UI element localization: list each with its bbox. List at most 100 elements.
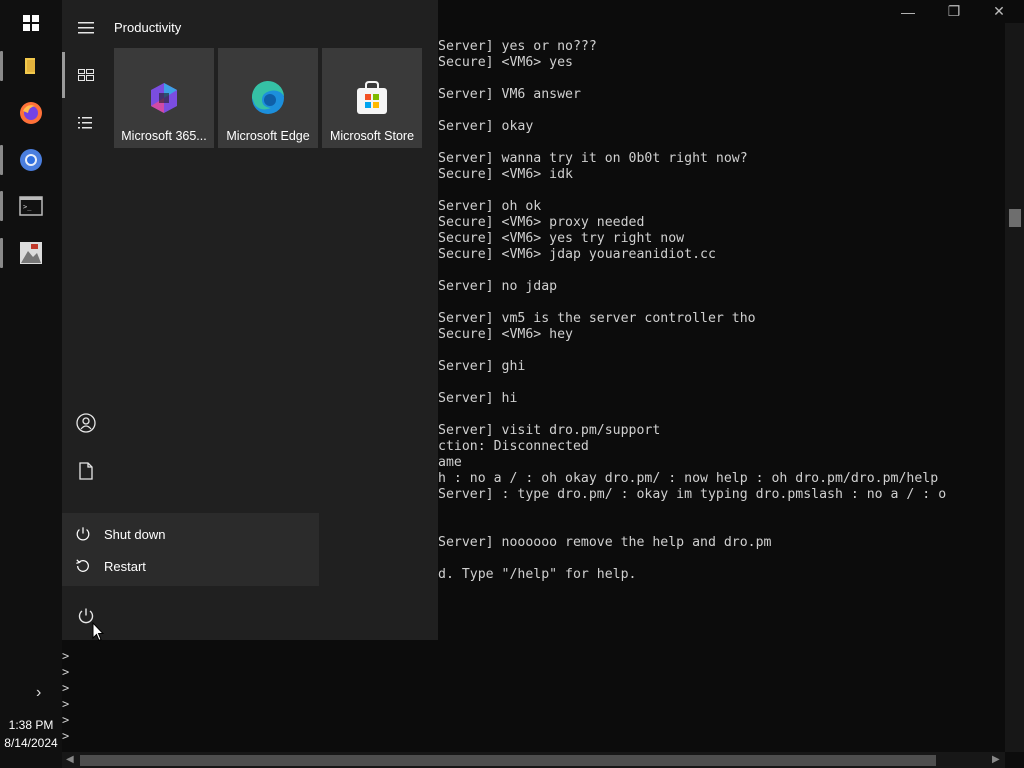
windows-logo-icon <box>23 15 39 31</box>
shut-down-label: Shut down <box>104 526 166 542</box>
hamburger-icon <box>78 22 94 34</box>
console-line: Secure] <VM6> jdap youareanidiot.cc <box>438 247 716 262</box>
terminal-icon: >_ <box>19 196 43 216</box>
console-line: Secure] <VM6> proxy needed <box>438 215 645 230</box>
scroll-left-arrow-icon[interactable]: ◀ <box>66 754 74 765</box>
active-indicator <box>0 145 3 175</box>
firefox-icon <box>20 102 42 124</box>
vertical-scrollbar[interactable] <box>1005 23 1024 752</box>
maximize-icon: ❐ <box>947 3 961 19</box>
shut-down-option[interactable]: Shut down <box>62 518 319 550</box>
chevron-right-icon[interactable]: › <box>36 684 41 702</box>
prompt-chevron: > <box>62 697 70 711</box>
edge-icon <box>251 80 284 114</box>
store-icon <box>357 81 387 114</box>
prompt-chevron: > <box>62 665 70 679</box>
close-icon: ✕ <box>993 3 1005 19</box>
horizontal-scrollbar[interactable]: ◀ ▶ <box>62 752 1005 768</box>
tile-microsoft-365[interactable]: Microsoft 365... <box>114 48 214 148</box>
console-output: Server] yes or no??? Secure] <VM6> yes Ser… <box>438 39 946 583</box>
power-options-menu: Shut down Restart <box>62 513 319 586</box>
tile-microsoft-edge[interactable]: Microsoft Edge <box>218 48 318 148</box>
taskbar-file-explorer[interactable] <box>0 43 62 89</box>
photo-app-icon <box>20 242 42 264</box>
chrome-icon <box>20 149 42 171</box>
tile-group-title[interactable]: Productivity <box>114 20 181 35</box>
prompt-chevron: > <box>62 649 70 663</box>
console-line: ction: Disconnected <box>438 439 589 454</box>
console-line: Server] no jdap <box>438 279 558 294</box>
tiles-icon <box>78 69 94 81</box>
console-line: Server] : type dro.pm/ : okay im typing … <box>438 487 947 502</box>
console-line: d. Type "/help" for help. <box>438 567 637 582</box>
console-line: Server] visit dro.pm/support <box>438 423 661 438</box>
tiles-view-button[interactable] <box>62 52 110 98</box>
console-line: Secure] <VM6> yes <box>438 55 573 70</box>
hamburger-menu-button[interactable] <box>62 5 110 51</box>
vertical-scroll-thumb[interactable] <box>1009 209 1021 227</box>
close-button[interactable]: ✕ <box>976 0 1022 23</box>
taskbar-photo-app[interactable] <box>0 230 62 276</box>
tile-label: Microsoft Store <box>329 129 415 143</box>
tile-label: Microsoft Edge <box>226 129 310 143</box>
active-indicator <box>0 191 3 221</box>
prompt-chevron: > <box>62 713 70 727</box>
taskbar-chrome[interactable] <box>0 137 62 183</box>
taskbar-clock[interactable]: 1:38 PM 8/14/2024 <box>0 716 62 752</box>
restart-option[interactable]: Restart <box>62 550 319 582</box>
console-line: Secure] <VM6> idk <box>438 167 573 182</box>
clock-time: 1:38 PM <box>8 718 54 732</box>
start-menu: 3 Productivity Microsoft 365... Microsof… <box>62 0 438 640</box>
clock-date: 8/14/2024 <box>4 736 58 750</box>
console-line: Server] ghi <box>438 359 526 374</box>
console-line: Server] VM6 answer <box>438 87 581 102</box>
svg-text:>_: >_ <box>23 203 32 211</box>
maximize-button[interactable]: ❐ <box>931 0 977 23</box>
console-line: Server] oh ok <box>438 199 542 214</box>
start-button[interactable] <box>0 0 62 46</box>
minimize-button[interactable]: — <box>885 0 931 23</box>
prompt-chevron: > <box>62 729 70 743</box>
restart-icon <box>76 559 89 572</box>
console-line: Server] yes or no??? <box>438 39 597 54</box>
console-line: Secure] <VM6> yes try right now <box>438 231 685 246</box>
all-apps-button[interactable] <box>62 100 110 146</box>
scroll-right-arrow-icon[interactable]: ▶ <box>992 754 1000 765</box>
tile-microsoft-store[interactable]: Microsoft Store <box>322 48 422 148</box>
prompt-chevron: > <box>62 681 70 695</box>
horizontal-scroll-thumb[interactable] <box>80 755 936 766</box>
active-indicator <box>0 238 3 268</box>
taskbar-terminal[interactable]: >_ <box>0 183 62 229</box>
tile-label: Microsoft 365... <box>121 129 207 143</box>
minimize-icon: — <box>901 3 915 20</box>
file-explorer-icon <box>25 58 35 74</box>
console-line: Secure] <VM6> hey <box>438 327 573 342</box>
taskbar-firefox[interactable] <box>0 90 62 136</box>
console-line: h : no a / : oh okay dro.pm/ : now help … <box>438 471 939 486</box>
documents-button[interactable] <box>62 448 110 494</box>
console-line: ame <box>438 455 462 470</box>
user-account-button[interactable] <box>62 400 110 446</box>
mouse-cursor-icon <box>92 622 104 642</box>
all-apps-list-icon <box>78 117 92 129</box>
power-icon <box>76 527 90 541</box>
microsoft-365-icon <box>151 83 177 113</box>
console-line: Server] hi <box>438 391 518 406</box>
taskbar: >_ › 1:38 PM 8/14/2024 <box>0 0 62 768</box>
console-line: Server] wanna try it on 0b0t right now? <box>438 151 748 166</box>
console-prompts: > > > > > > <box>62 648 72 744</box>
restart-label: Restart <box>104 558 146 574</box>
console-line: Server] vm5 is the server controller tho <box>438 311 756 326</box>
